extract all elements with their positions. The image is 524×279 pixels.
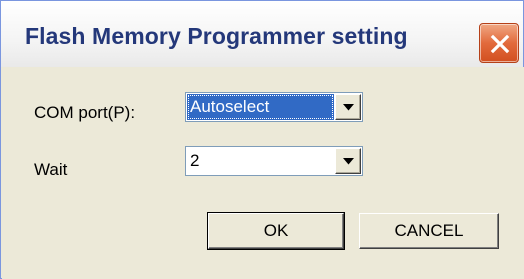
wait-select[interactable]: 2 <box>185 146 363 176</box>
com-port-value: Autoselect <box>187 94 334 120</box>
cancel-button[interactable]: CANCEL <box>359 213 499 249</box>
close-button[interactable] <box>479 23 519 63</box>
com-port-select[interactable]: Autoselect <box>185 92 363 122</box>
wait-dropdown-button[interactable] <box>335 148 361 174</box>
dialog-body: COM port(P): Autoselect Wait 2 OK CANCEL <box>2 67 524 279</box>
window-title: Flash Memory Programmer setting <box>25 23 408 49</box>
wait-label: Wait <box>34 160 68 179</box>
com-port-dropdown-button[interactable] <box>335 94 361 120</box>
dialog-window: Flash Memory Programmer setting COM port… <box>0 0 524 279</box>
wait-value: 2 <box>190 151 200 170</box>
chevron-down-icon <box>343 158 354 165</box>
com-port-label: COM port(P): <box>34 103 136 122</box>
ok-button[interactable]: OK <box>207 212 345 250</box>
close-icon <box>490 34 510 54</box>
title-bar[interactable]: Flash Memory Programmer setting <box>1 1 523 67</box>
chevron-down-icon <box>343 104 354 111</box>
